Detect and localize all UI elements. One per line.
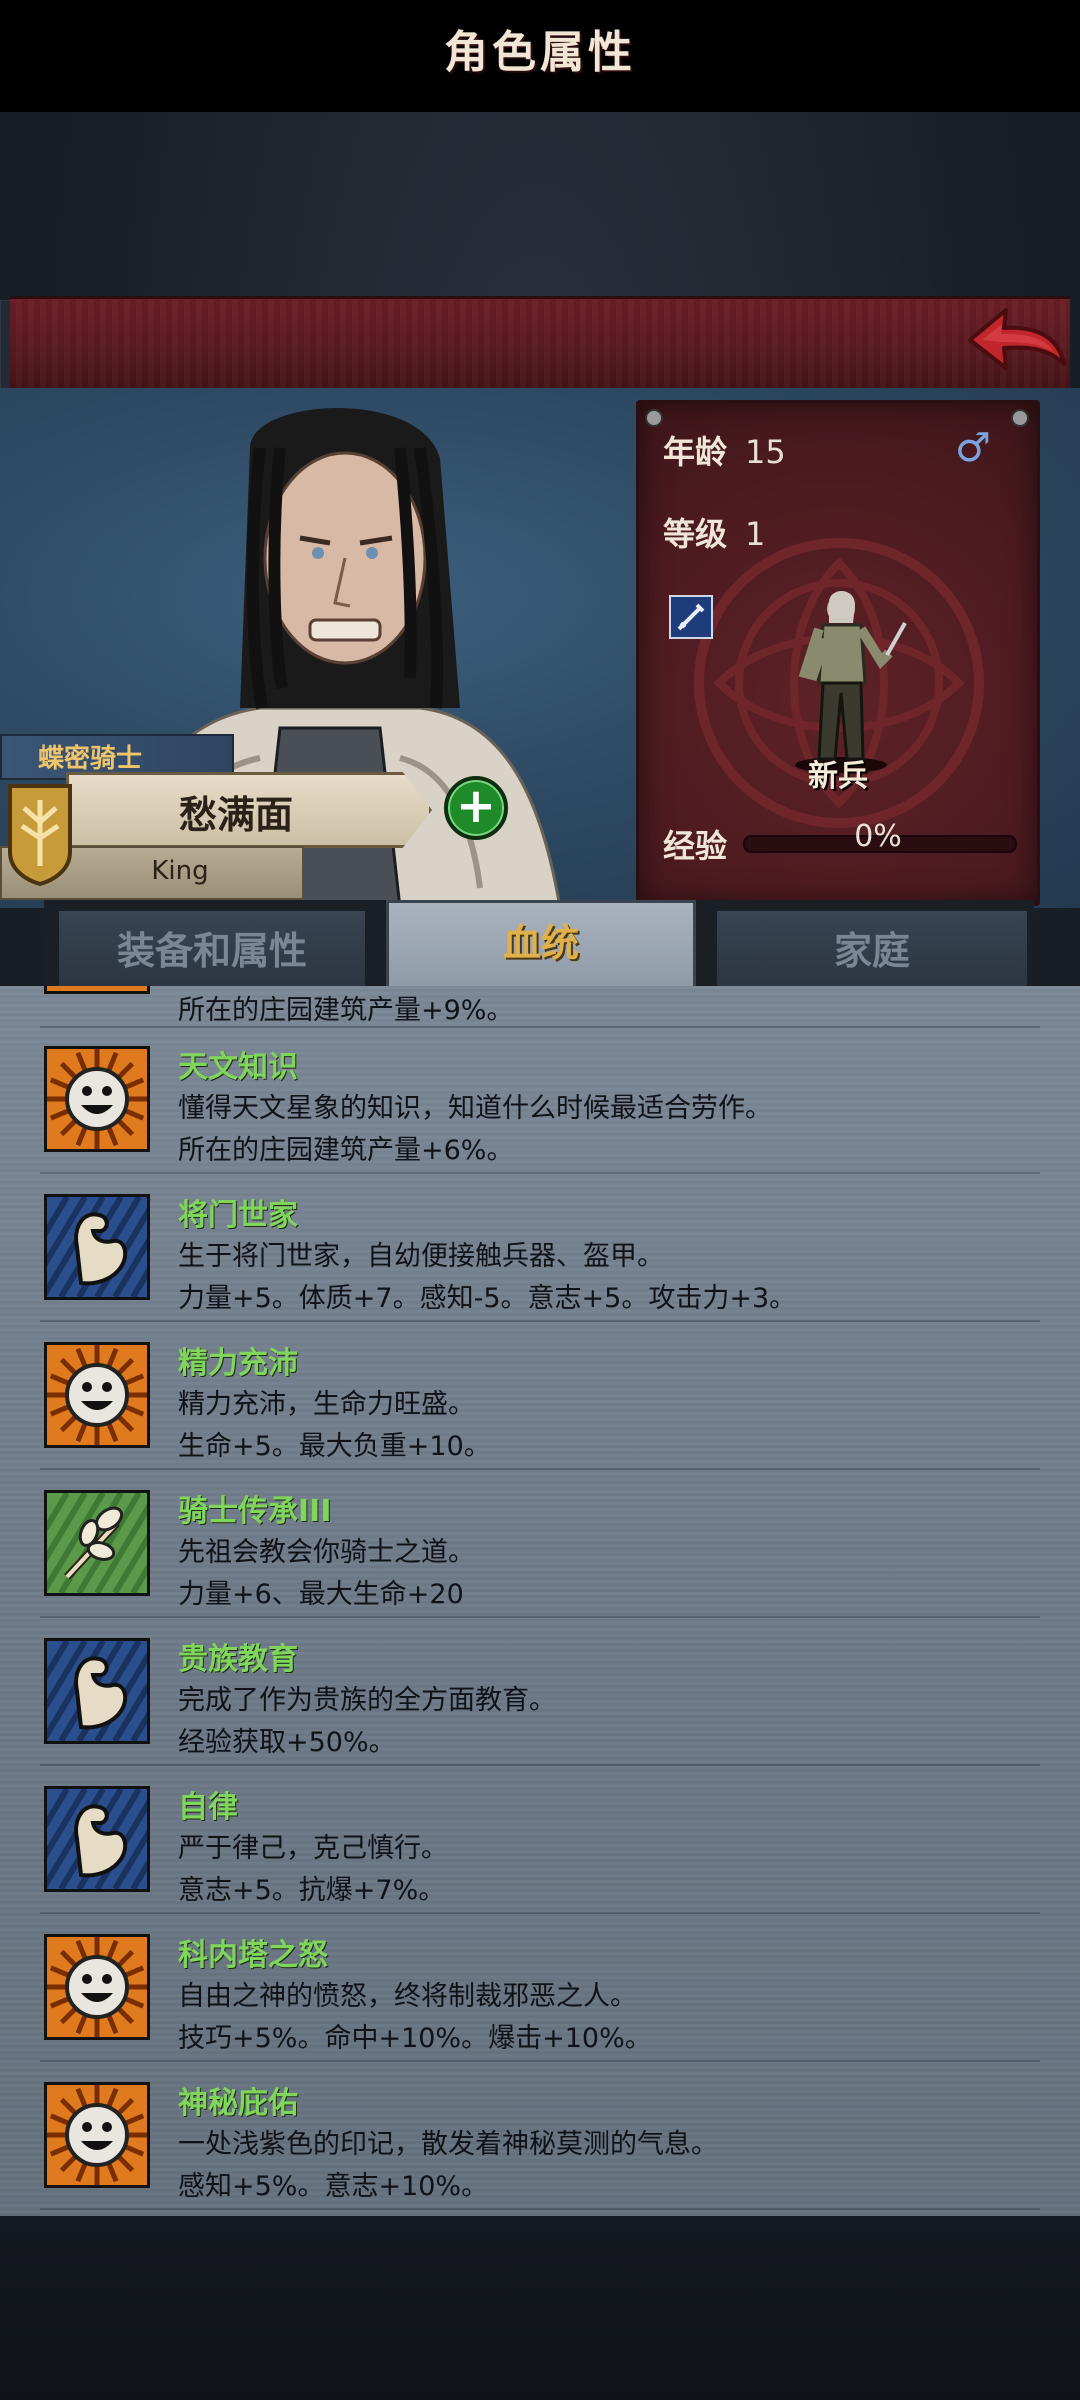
smiley-icon <box>44 986 150 994</box>
tab-label: 血统 <box>502 921 579 965</box>
leaf-branch-icon <box>44 1490 150 1596</box>
smiley-icon <box>44 2082 150 2188</box>
list-item[interactable]: 骑士传承III 先祖会教会你骑士之道。 力量+6、最大生命+20 <box>0 1472 1080 1618</box>
page-title: 角色属性 <box>444 27 636 78</box>
level-label: 等级 <box>663 515 728 553</box>
tab-equipment[interactable]: 装备和属性 <box>56 908 368 994</box>
trait-description: 先祖会教会你骑士之道。 <box>178 1537 475 1568</box>
trait-effect: 感知+5%。意志+10%。 <box>178 2171 489 2202</box>
character-epithet: 蝶密骑士 <box>38 744 143 774</box>
list-item[interactable]: 科内塔之怒自由之神的愤怒，终将制裁邪恶之人。 技巧+5%。命中+10%。爆击+10… <box>0 1916 1080 2062</box>
back-button[interactable] <box>960 300 1070 384</box>
character-title: King <box>151 856 209 886</box>
trait-name: 贵族教育 <box>178 1642 298 1677</box>
divider <box>40 1764 1040 1766</box>
back-arrow-icon <box>968 308 1066 370</box>
divider <box>40 1912 1040 1914</box>
trait-description: 生于将门世家，自幼便接触兵器、盔甲。 <box>178 1241 664 1272</box>
trait-description: 精力充沛，生命力旺盛。 <box>178 1389 475 1420</box>
age-value: 15 <box>745 433 786 471</box>
rivet <box>645 409 663 427</box>
list-item[interactable]: 将门世家生于将门世家，自幼便接触兵器、盔甲。力量+5。体质+7。感知-5。意志+… <box>0 1176 1080 1322</box>
stat-card: 年龄 15 ♂ 等级 1 新兵 经验 0% <box>636 400 1040 906</box>
trait-name: 将门世家 <box>178 1198 298 1233</box>
trait-effect: 力量+5。体质+7。感知-5。意志+5。攻击力+3。 <box>178 1283 797 1314</box>
title-banner <box>10 296 1070 395</box>
character-name[interactable]: 愁满面 <box>66 784 406 839</box>
list-item[interactable]: 贵族教育完成了作为贵族的全方面教育。 经验获取+50%。 <box>0 1620 1080 1766</box>
app-root: 角色属性 年龄 15 ♂ 等级 1 新兵 经验 0% 蝶密骑士 愁满面 King… <box>0 0 1080 2400</box>
trait-effect: 技巧+5%。命中+10%。爆击+10%。 <box>178 2023 652 2054</box>
list-item[interactable]: 自律严于律己，克己慎行。 意志+5。抗爆+7%。 <box>0 1768 1080 1914</box>
trait-description: 完成了作为贵族的全方面教育。 <box>178 1685 556 1716</box>
trait-effect: 所在的庄园建筑产量+9%。 <box>178 995 514 1026</box>
exp-label: 经验 <box>663 827 728 865</box>
muscle-arm-icon <box>44 1638 150 1744</box>
list-item[interactable]: 神秘庇佑一处浅紫色的印记，散发着神秘莫测的气息。 感知+5%。意志+10%。 <box>0 2064 1080 2210</box>
plus-icon: + <box>455 778 497 834</box>
divider <box>40 1468 1040 1470</box>
muscle-arm-icon <box>44 1786 150 1892</box>
trait-effect: 力量+6、最大生命+20 <box>178 1579 464 1610</box>
list-item[interactable]: 天文知识懂得天文星象的知识，知道什么时候最适合劳作。 所在的庄园建筑产量+6%。 <box>0 1028 1080 1174</box>
weapon-type-icon[interactable] <box>669 595 713 639</box>
bottom-area <box>0 2216 1080 2400</box>
tab-bloodline[interactable]: 血统 <box>386 900 696 996</box>
trait-description: 严于律己，克己慎行。 <box>178 1833 448 1864</box>
add-button[interactable]: + <box>444 776 508 840</box>
exp-value: 0% <box>854 819 902 854</box>
muscle-arm-icon <box>44 1194 150 1300</box>
rivet <box>1011 409 1029 427</box>
trait-name: 自律 <box>178 1790 238 1825</box>
trait-description: 懂得天文星象的知识，知道什么时候最适合劳作。 <box>178 1093 772 1124</box>
family-crest-icon[interactable] <box>6 782 74 886</box>
class-figure <box>795 590 907 773</box>
trait-name: 天文知识 <box>178 1050 298 1085</box>
trait-name: 科内塔之怒 <box>178 1938 328 1973</box>
trait-effect: 意志+5。抗爆+7%。 <box>178 1875 446 1906</box>
class-name: 新兵 <box>808 759 868 794</box>
level-value: 1 <box>745 515 766 553</box>
trait-effect: 经验获取+50%。 <box>178 1727 396 1758</box>
divider <box>40 1172 1040 1174</box>
divider <box>40 1320 1040 1322</box>
smiley-icon <box>44 1342 150 1448</box>
trait-effect: 所在的庄园建筑产量+6%。 <box>178 1135 514 1166</box>
trait-name: 精力充沛 <box>178 1346 298 1381</box>
level-row: 等级 1 <box>663 509 765 555</box>
trait-description: 自由之神的愤怒，终将制裁邪恶之人。 <box>178 1981 637 2012</box>
smiley-icon <box>44 1046 150 1152</box>
list-item: 所在的庄园建筑产量+9%。 <box>0 986 1080 1028</box>
trait-name: 骑士传承III <box>178 1494 332 1529</box>
divider <box>40 1616 1040 1618</box>
male-gender-icon: ♂ <box>955 425 991 471</box>
smiley-icon <box>44 1934 150 2040</box>
divider <box>40 2060 1040 2062</box>
tab-family[interactable]: 家庭 <box>714 908 1030 994</box>
trait-list[interactable]: 所在的庄园建筑产量+9%。 天文知识懂得天文星象的知识，知道什么时候最适合劳作。… <box>0 986 1080 2216</box>
list-item[interactable]: 精力充沛精力充沛，生命力旺盛。 生命+5。最大负重+10。 <box>0 1324 1080 1470</box>
age-label: 年龄 <box>663 433 728 471</box>
trait-description: 一处浅紫色的印记，散发着神秘莫测的气息。 <box>178 2129 718 2160</box>
divider <box>40 2208 1040 2210</box>
age-row: 年龄 15 <box>663 427 786 473</box>
tab-label: 家庭 <box>833 929 910 973</box>
trait-name: 神秘庇佑 <box>178 2086 298 2121</box>
tab-label: 装备和属性 <box>116 929 307 973</box>
trait-effect: 生命+5。最大负重+10。 <box>178 1431 491 1462</box>
